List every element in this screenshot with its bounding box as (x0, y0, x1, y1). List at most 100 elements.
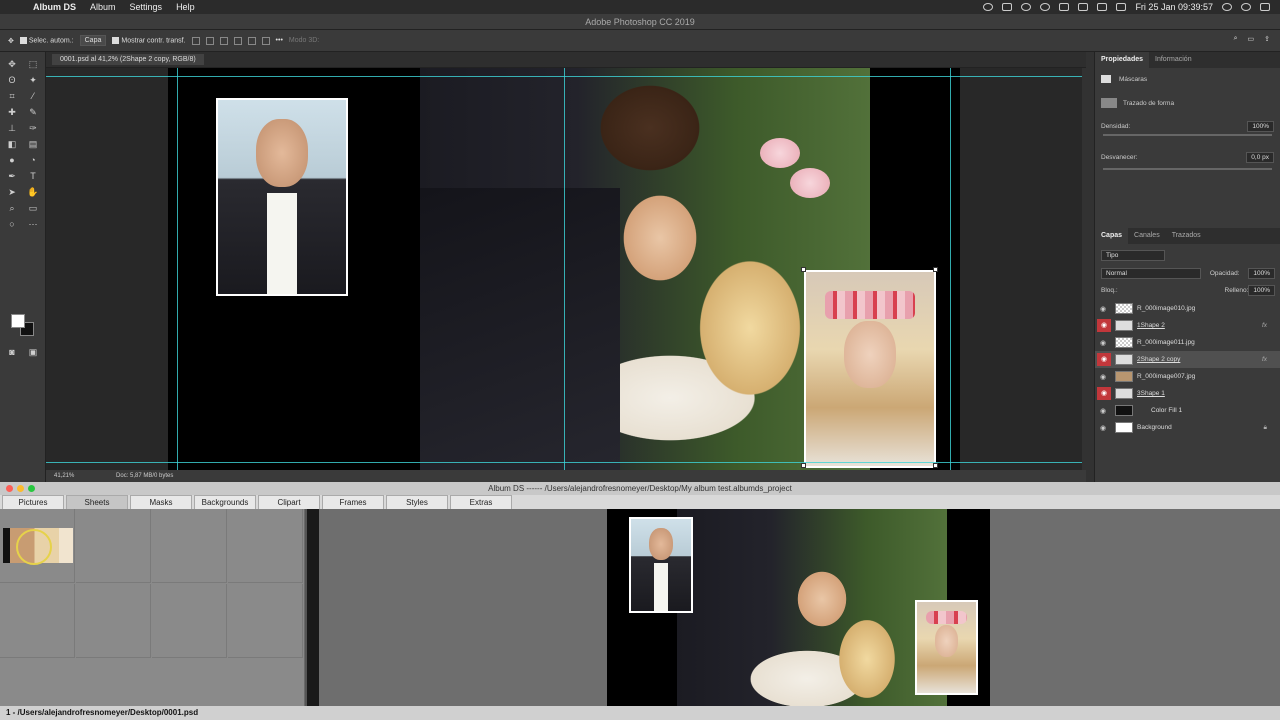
creative-cloud-icon[interactable] (983, 3, 994, 11)
sheet-cell[interactable] (76, 509, 151, 583)
ellipse-icon[interactable]: ○ (6, 218, 18, 230)
magic-wand-icon[interactable]: ✦ (27, 74, 39, 86)
transform-handle[interactable] (933, 267, 938, 272)
user-icon[interactable] (1222, 3, 1232, 11)
move-tool-icon[interactable]: ✥ (8, 37, 14, 45)
tab-clipart[interactable]: Clipart (258, 495, 320, 509)
layer-row[interactable]: ◉ 1Shape 2 fx (1095, 317, 1280, 334)
menu-album[interactable]: Album (83, 2, 123, 12)
workspace-icon[interactable]: ▭ (1248, 35, 1255, 43)
move-icon[interactable]: ✥ (6, 58, 18, 70)
battery-icon[interactable] (1116, 3, 1127, 11)
more-options-icon[interactable]: ••• (276, 37, 283, 44)
sheet-preview[interactable] (607, 509, 990, 706)
time-machine-icon[interactable] (1040, 3, 1051, 11)
tab-layers[interactable]: Capas (1095, 228, 1129, 244)
tab-channels[interactable]: Canales (1128, 228, 1166, 244)
healing-icon[interactable]: ✚ (6, 106, 18, 118)
layer-row-selected[interactable]: ◉ 2Shape 2 copy fx (1095, 351, 1280, 368)
tab-styles[interactable]: Styles (386, 495, 448, 509)
spotlight-icon[interactable] (1241, 3, 1251, 11)
density-input[interactable]: 100% (1247, 120, 1274, 132)
hand-icon[interactable]: ✋ (27, 186, 39, 198)
document-canvas[interactable] (46, 68, 1082, 470)
layer-filter-dropdown[interactable]: Tipo (1101, 249, 1165, 261)
show-transform-checkbox[interactable]: Mostrar contr. transf. (112, 36, 186, 44)
bluetooth-icon[interactable] (1059, 3, 1070, 11)
dodge-icon[interactable]: ◔ (27, 154, 39, 166)
path-select-icon[interactable]: ➤ (6, 186, 18, 198)
tab-frames[interactable]: Frames (322, 495, 384, 509)
tab-properties[interactable]: Propiedades (1095, 52, 1150, 68)
tab-masks[interactable]: Masks (130, 495, 192, 509)
groom-frame-photo[interactable] (216, 98, 348, 296)
feather-slider[interactable] (1103, 168, 1272, 170)
layer-row[interactable]: ◉ R_000image010.jpg (1095, 300, 1280, 317)
stamp-icon[interactable]: ⊥ (6, 122, 18, 134)
sheet-cell[interactable] (76, 584, 151, 658)
align-bottom-icon[interactable] (261, 36, 270, 45)
bride-frame-photo[interactable] (804, 270, 936, 468)
tab-info[interactable]: Información (1149, 52, 1198, 68)
layer-row[interactable]: ◉ Background 🔒︎ (1095, 419, 1280, 436)
extras-icon[interactable]: ⋯ (27, 218, 39, 230)
density-slider[interactable] (1103, 134, 1272, 136)
guide-line[interactable] (950, 68, 951, 470)
visibility-eye-icon[interactable]: ◉ (1097, 387, 1111, 400)
history-brush-icon[interactable]: ✑ (27, 122, 39, 134)
foreground-color-swatch[interactable] (11, 314, 25, 328)
info-icon[interactable] (1021, 3, 1032, 11)
blur-icon[interactable]: ● (6, 154, 18, 166)
rectangle-icon[interactable]: ▭ (27, 202, 39, 214)
document-tab[interactable]: 0001.psd al 41,2% (2Shape 2 copy, RGB/8) (46, 52, 1086, 68)
align-center-icon[interactable] (205, 36, 214, 45)
share-icon[interactable]: ⇪ (1264, 35, 1270, 43)
quick-mask-icon[interactable]: ◙ (6, 346, 18, 358)
fx-icon[interactable]: fx (1262, 356, 1267, 363)
preview-groom-photo[interactable] (629, 517, 693, 613)
menu-app-name[interactable]: Album DS (26, 2, 83, 12)
brush-icon[interactable]: ✎ (27, 106, 39, 118)
visibility-eye-icon[interactable]: ◉ (1095, 339, 1111, 347)
layer-row[interactable]: ◉ 3Shape 1 (1095, 385, 1280, 402)
align-left-icon[interactable] (191, 36, 200, 45)
panel-divider[interactable] (305, 509, 319, 706)
fx-icon[interactable]: fx (1262, 322, 1267, 329)
feather-input[interactable]: 0,0 px (1246, 151, 1274, 163)
doc-size[interactable]: Doc: 5,87 MB/0 bytes (116, 473, 173, 479)
sheet-cell[interactable] (228, 584, 303, 658)
align-middle-icon[interactable] (247, 36, 256, 45)
menu-clock[interactable]: Fri 25 Jan 09:39:57 (1135, 2, 1213, 12)
wifi-icon[interactable] (1078, 3, 1089, 11)
tab-extras[interactable]: Extras (450, 495, 512, 509)
search-icon[interactable]: ⌕ (1234, 35, 1238, 43)
screen-mode-icon[interactable]: ▣ (27, 346, 39, 358)
tab-sheets[interactable]: Sheets (66, 495, 128, 509)
guide-line[interactable] (177, 68, 178, 470)
menu-help[interactable]: Help (169, 2, 202, 12)
opacity-input[interactable]: 100% (1248, 267, 1275, 279)
sheet-cell[interactable] (228, 509, 303, 583)
align-top-icon[interactable] (233, 36, 242, 45)
flag-icon[interactable] (1097, 3, 1108, 11)
guide-line[interactable] (564, 68, 565, 470)
pen-icon[interactable]: ✒ (6, 170, 18, 182)
auto-select-dropdown[interactable]: Capa (79, 35, 107, 46)
sheet-cell[interactable] (0, 584, 75, 658)
zoom-icon[interactable]: ⌕ (6, 202, 18, 214)
tab-backgrounds[interactable]: Backgrounds (194, 495, 256, 509)
notification-center-icon[interactable] (1260, 3, 1270, 11)
menu-settings[interactable]: Settings (123, 2, 170, 12)
zoom-window-button[interactable] (28, 485, 35, 492)
visibility-eye-icon[interactable]: ◉ (1097, 319, 1111, 332)
sheet-cell[interactable] (152, 584, 227, 658)
fill-input[interactable]: 100% (1248, 284, 1275, 296)
eyedropper-icon[interactable]: ⁄ (27, 90, 39, 102)
minimize-window-button[interactable] (17, 485, 24, 492)
transform-handle[interactable] (801, 267, 806, 272)
text-icon[interactable]: T (27, 170, 39, 182)
transform-handle[interactable] (933, 463, 938, 468)
sheet-cell[interactable] (152, 509, 227, 583)
layer-row[interactable]: ◉ R_000image011.jpg (1095, 334, 1280, 351)
preview-bride-photo[interactable] (915, 600, 978, 695)
